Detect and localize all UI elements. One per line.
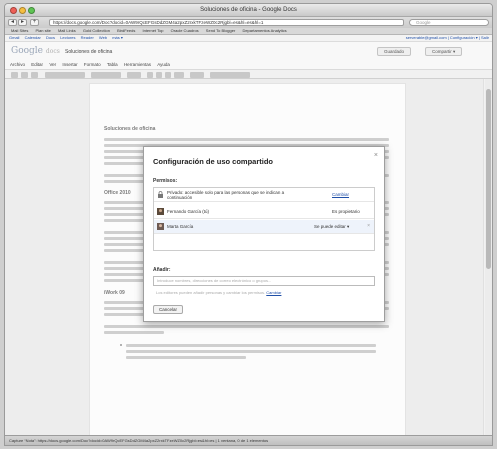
- permissions-list: Privado: accesible solo para las persona…: [153, 187, 375, 251]
- menu-editar[interactable]: Editar: [31, 62, 43, 67]
- print-icon[interactable]: [11, 72, 18, 78]
- bookmark-item[interactable]: Mail Links: [58, 28, 76, 33]
- font-dropdown[interactable]: [91, 72, 121, 78]
- gbar-link-web[interactable]: Web: [99, 35, 107, 40]
- bookmark-item[interactable]: Send To Blogger: [206, 28, 236, 33]
- google-docs-logo[interactable]: Google docs: [11, 46, 60, 56]
- menu-ver[interactable]: Ver: [49, 62, 56, 67]
- owner-role: Es propietario: [332, 209, 360, 214]
- cancel-button[interactable]: Cancelar: [153, 305, 184, 314]
- user-avatar-icon: [157, 208, 164, 215]
- editor-permissions-note: Los editores pueden añadir personas y ca…: [156, 290, 281, 295]
- italic-icon[interactable]: [156, 72, 162, 78]
- change-permissions-link[interactable]: Cambiar: [266, 290, 281, 295]
- permissions-label: Permisos:: [153, 178, 178, 184]
- bookmark-item[interactable]: Mail Sites: [11, 28, 28, 33]
- window-title: Soluciones de oficina - Google Docs: [200, 7, 297, 13]
- bookmark-item[interactable]: Oracle Cuadros: [171, 28, 199, 33]
- gbar-link-docs[interactable]: Docs: [46, 35, 55, 40]
- text-color-icon[interactable]: [174, 72, 184, 78]
- editor-role-dropdown[interactable]: Se puede editar ▾: [314, 224, 349, 230]
- add-bookmark-button[interactable]: +: [30, 19, 39, 26]
- bookmark-item[interactable]: BirdFeeds: [117, 28, 135, 33]
- dialog-title: Configuración de uso compartido: [153, 157, 274, 166]
- bookmark-item[interactable]: Plan site: [35, 28, 50, 33]
- gbar-link-more[interactable]: más ▾: [112, 35, 123, 40]
- menu-tabla[interactable]: Tabla: [107, 62, 118, 67]
- menu-formato[interactable]: Formato: [84, 62, 101, 67]
- back-button[interactable]: ◂: [8, 19, 17, 26]
- scrollbar-thumb[interactable]: [486, 89, 491, 269]
- visibility-text: Privado: accesible solo para las persona…: [167, 190, 285, 200]
- docs-header: Google docs Soluciones de oficina Guarda…: [5, 42, 492, 61]
- navigation-bar: ◂ ▸ + https://docs.google.com/Doc?docid=…: [5, 17, 492, 28]
- gbar-link-reader[interactable]: Reader: [81, 35, 94, 40]
- undo-icon[interactable]: [21, 72, 28, 78]
- search-input[interactable]: Google: [409, 19, 489, 26]
- underline-icon[interactable]: [165, 72, 171, 78]
- logo-text: Google: [11, 46, 43, 56]
- logo-suffix: docs: [45, 48, 60, 55]
- menu-herramientas[interactable]: Herramientas: [124, 62, 151, 67]
- owner-name: Fernando García (tú): [167, 209, 210, 214]
- link-icon[interactable]: [190, 72, 204, 78]
- menu-ayuda[interactable]: Ayuda: [157, 62, 170, 67]
- add-people-input[interactable]: Introduce nombres, direcciones de correo…: [153, 276, 375, 286]
- url-bar[interactable]: https://docs.google.com/Doc?docid=0AW9rQ…: [49, 19, 404, 26]
- title-bar: Soluciones de oficina - Google Docs: [5, 4, 492, 17]
- account-links[interactable]: serverable@gmail.com | Configuración ▾ |…: [406, 35, 489, 41]
- sharing-settings-dialog: Configuración de uso compartido × Permis…: [143, 146, 385, 322]
- bookmark-item[interactable]: Internet Top: [142, 28, 163, 33]
- editor-name: Marta García: [167, 224, 194, 229]
- document-title[interactable]: Soluciones de oficina: [65, 49, 112, 55]
- add-people-label: Añadir:: [153, 267, 171, 273]
- redo-icon[interactable]: [31, 72, 38, 78]
- list-align-controls[interactable]: [210, 72, 250, 78]
- bookmark-item[interactable]: Departamentos Analytics: [242, 28, 286, 33]
- note-text: Los editores pueden añadir personas y ca…: [156, 290, 266, 295]
- lock-icon: [157, 191, 164, 198]
- bookmark-item[interactable]: Gold Collection: [83, 28, 110, 33]
- close-icon[interactable]: ×: [374, 152, 378, 159]
- saved-status-button[interactable]: Guardado: [377, 47, 412, 56]
- menu-bar: Archivo Editar Ver Insertar Formato Tabl…: [5, 61, 492, 69]
- forward-button[interactable]: ▸: [18, 19, 27, 26]
- permission-row-owner: Fernando García (tú) Es propietario: [154, 205, 374, 219]
- share-button[interactable]: Compartir ▾: [425, 47, 463, 56]
- formatting-toolbar: [5, 69, 492, 79]
- google-bar: Gmail Calendar Docs Lectores Reader Web …: [5, 35, 492, 42]
- permission-row-editor: Marta García Se puede editar ▾ ×: [154, 220, 374, 234]
- change-visibility-link[interactable]: Cambiar: [332, 192, 349, 197]
- menu-archivo[interactable]: Archivo: [10, 62, 25, 67]
- menu-insertar[interactable]: Insertar: [62, 62, 77, 67]
- bold-icon[interactable]: [147, 72, 153, 78]
- gbar-link-calendar[interactable]: Calendar: [25, 35, 41, 40]
- permission-row-visibility: Privado: accesible solo para las persona…: [154, 188, 374, 202]
- gbar-link-gmail[interactable]: Gmail: [9, 35, 19, 40]
- bookmarks-bar: Mail Sites Plan site Mail Links Gold Col…: [5, 28, 492, 35]
- status-bar: Capture “Nota”: https://docs.google.com/…: [5, 435, 492, 445]
- font-size-dropdown[interactable]: [127, 72, 141, 78]
- user-avatar-icon: [157, 223, 164, 230]
- remove-user-icon[interactable]: ×: [367, 223, 370, 229]
- browser-window: Soluciones de oficina - Google Docs ◂ ▸ …: [4, 3, 493, 446]
- style-dropdown[interactable]: [45, 72, 85, 78]
- gbar-link-lectores[interactable]: Lectores: [60, 35, 75, 40]
